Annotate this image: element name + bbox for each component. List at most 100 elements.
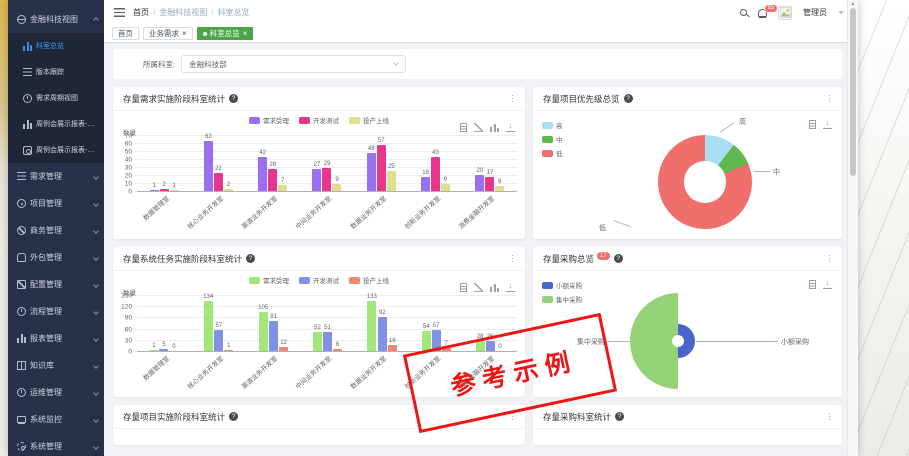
sidebar-item-business-mgmt[interactable]: 商务管理 [8, 217, 104, 244]
restore-icon[interactable] [474, 283, 483, 292]
help-icon[interactable] [614, 254, 623, 263]
bar-switch-icon[interactable] [490, 123, 499, 132]
legend-label: 高 [556, 120, 563, 130]
sidebar-item-knowledge-base[interactable]: 知识库 [8, 352, 104, 379]
more-icon[interactable] [827, 253, 833, 265]
help-icon[interactable] [246, 254, 255, 263]
data-view-icon[interactable] [809, 280, 816, 289]
bar-column: 7 [278, 178, 287, 191]
list-icon [17, 172, 26, 181]
bar-value-label: 1 [152, 343, 155, 350]
legend-item[interactable]: 开发测试 [299, 275, 339, 285]
caret-down-icon [93, 336, 99, 342]
sidebar-item-outsourcing-mgmt[interactable]: 外包管理 [8, 244, 104, 271]
tab-home[interactable]: 首页 [112, 27, 139, 40]
label-line [754, 171, 770, 172]
legend-item[interactable]: 中 [542, 134, 563, 144]
y-tick-label: 60 [125, 141, 132, 148]
department-select[interactable]: 金融科技部 [181, 55, 406, 73]
breadcrumb-item[interactable]: 金融科技视图 [159, 7, 207, 18]
data-view-icon[interactable] [460, 283, 467, 292]
bar-column: 48 [367, 146, 376, 191]
card-title: 存量项目优先级总览 [543, 93, 620, 105]
bar-value-label: 81 [270, 314, 277, 321]
sidebar-item-weekly-report-procurement[interactable]: 周例会展示报表-采购 [8, 137, 104, 163]
user-menu-caret-icon[interactable] [838, 11, 844, 17]
scrollbar-up-arrow[interactable]: ▲ [848, 0, 858, 8]
y-axis: 010203040506070 [113, 136, 137, 192]
menu-toggle-icon[interactable] [114, 8, 125, 17]
more-icon[interactable] [510, 93, 516, 105]
sidebar-item-demand-cycle-view[interactable]: 需求周期视图 [8, 85, 104, 111]
chart-legend: 高中低 [542, 120, 563, 158]
legend-item[interactable]: 集中采购 [542, 294, 582, 304]
legend-item[interactable]: 低 [542, 148, 563, 158]
legend-item[interactable]: 需求受理 [249, 115, 289, 125]
legend-item[interactable]: 小额采购 [542, 280, 582, 290]
sidebar-item-ops-mgmt[interactable]: 运维管理 [8, 379, 104, 406]
more-icon[interactable] [510, 253, 516, 265]
sidebar-item-label: 科室总览 [36, 41, 64, 51]
clock-icon [17, 388, 26, 397]
restore-icon[interactable] [474, 123, 483, 132]
search-icon[interactable] [740, 9, 747, 16]
data-view-icon[interactable] [460, 123, 467, 132]
sidebar-item-demand-mgmt[interactable]: 需求管理 [8, 163, 104, 190]
x-axis-label-text: 数据管理室 [140, 193, 171, 222]
bar-value-label: 9 [335, 177, 338, 184]
bar-column: 29 [322, 161, 331, 191]
legend-item[interactable]: 投产上线 [349, 115, 389, 125]
bar-column: 2 [224, 182, 233, 191]
tab-business-demand[interactable]: 业务需求× [143, 27, 193, 40]
bar [204, 141, 213, 191]
bar-value-label: 7 [281, 178, 284, 185]
x-axis-label: 数据业务开发室 [354, 192, 408, 222]
notification-bell[interactable]: 85 [758, 9, 767, 17]
bar-value-label: 20 [476, 168, 483, 175]
x-axis-label: 创新业务开发室 [408, 192, 462, 222]
download-icon[interactable] [823, 119, 832, 129]
download-icon[interactable] [506, 282, 515, 292]
legend-label: 需求受理 [263, 275, 289, 285]
close-icon[interactable]: × [243, 30, 248, 38]
sidebar-item-report-mgmt[interactable]: 报表管理 [8, 325, 104, 352]
more-icon[interactable] [827, 411, 833, 423]
help-icon[interactable] [615, 412, 624, 421]
caret-down-icon [93, 390, 99, 396]
help-icon[interactable] [624, 94, 633, 103]
legend-label: 小额采购 [556, 280, 582, 290]
download-icon[interactable] [506, 122, 515, 132]
sidebar-item-system-mgmt[interactable]: 系统管理 [8, 433, 104, 456]
sidebar-item-dept-overview[interactable]: 科室总览 [8, 33, 104, 59]
legend-item[interactable]: 需求受理 [249, 275, 289, 285]
close-icon[interactable]: × [182, 30, 187, 38]
avatar[interactable] [778, 6, 792, 20]
sidebar-item-process-mgmt[interactable]: 流程管理 [8, 298, 104, 325]
sidebar-item-weekly-report-project[interactable]: 周例会展示报表-项目 [8, 111, 104, 137]
sidebar-item-version-tracking[interactable]: 版本跟踪 [8, 59, 104, 85]
sidebar-item-config-mgmt[interactable]: 配置管理 [8, 271, 104, 298]
breadcrumb-item[interactable]: 科室总览 [217, 7, 249, 18]
list-icon [23, 68, 32, 77]
bar-column: 1 [150, 183, 159, 191]
legend-item[interactable]: 高 [542, 120, 563, 130]
legend-swatch [299, 277, 310, 284]
legend-item[interactable]: 投产上线 [349, 275, 389, 285]
bar-switch-icon[interactable] [490, 283, 499, 292]
user-name[interactable]: 管理员 [803, 7, 827, 18]
more-icon[interactable] [827, 93, 833, 105]
data-view-icon[interactable] [809, 120, 816, 129]
sidebar-item-project-mgmt[interactable]: 项目管理 [8, 190, 104, 217]
scrollbar-thumb[interactable] [850, 8, 856, 176]
y-tick-label: 0 [128, 189, 132, 196]
help-icon[interactable] [229, 412, 238, 421]
legend-item[interactable]: 开发测试 [299, 115, 339, 125]
bar-value-label: 54 [423, 324, 430, 331]
bar-value-label: 105 [258, 305, 268, 312]
sidebar-item-system-monitor[interactable]: 系统监控 [8, 406, 104, 433]
download-icon[interactable] [823, 279, 832, 289]
sidebar-item-fintech-view[interactable]: 金融科技视图 [8, 6, 104, 33]
scrollbar[interactable]: ▲ [847, 0, 858, 456]
help-icon[interactable] [229, 94, 238, 103]
tab-dept-overview[interactable]: 科室总览× [197, 27, 254, 40]
